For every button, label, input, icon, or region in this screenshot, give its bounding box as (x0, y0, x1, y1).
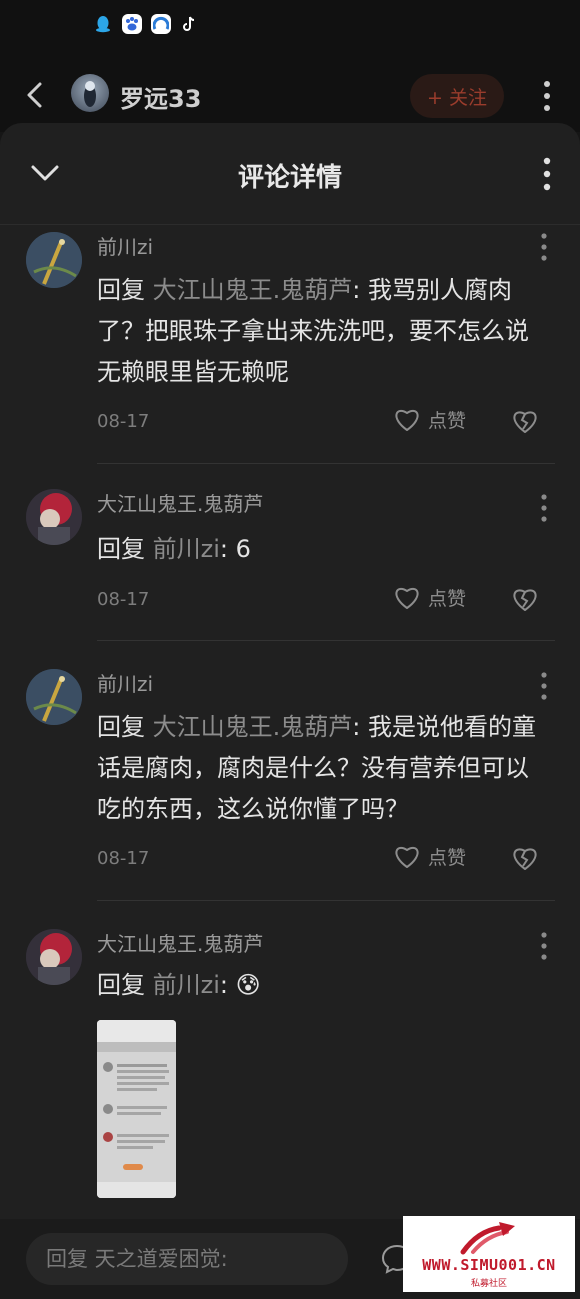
more-icon[interactable] (536, 671, 552, 701)
reply-target[interactable]: 大江山鬼王.鬼葫芦 (153, 713, 353, 741)
like-button[interactable]: 点赞 (392, 405, 466, 433)
reply-keyword: 回复 (97, 971, 145, 999)
page-title: 评论详情 (237, 163, 342, 193)
comment-author[interactable]: 前川zi (97, 231, 153, 260)
avatar[interactable] (26, 929, 82, 985)
divider (97, 463, 555, 464)
comment-content: : (219, 971, 228, 999)
watermark-subtext: 私募社区 (470, 1279, 507, 1289)
heart-icon (395, 588, 419, 609)
status-bar (0, 0, 580, 52)
watermark-text: WWW.SIMU001.CN (422, 1256, 556, 1274)
comment-item: 大江山鬼王.鬼葫芦 回复 前川zi: 6 08-17 点赞 (0, 485, 580, 640)
divider (97, 640, 555, 641)
comment-item: 前川zi 回复 大江山鬼王.鬼葫芦: 我是说他看的童话是腐肉，腐肉是什么？没有营… (0, 665, 580, 900)
back-icon[interactable] (22, 80, 50, 110)
like-label: 点赞 (428, 846, 467, 869)
sheet-header: 评论详情 (0, 123, 580, 225)
comment-detail-sheet: 评论详情 前川zi 回复 大江山鬼王.鬼葫芦: 我骂别人腐肉了？把眼珠子拿出来洗… (0, 123, 580, 1299)
baidu-icon (122, 14, 142, 34)
broken-heart-icon[interactable] (509, 842, 541, 872)
like-label: 点赞 (428, 587, 467, 610)
more-icon[interactable] (538, 79, 556, 113)
avatar[interactable] (26, 489, 82, 545)
reply-target[interactable]: 前川zi (153, 971, 220, 999)
comment-text: 回复 前川zi: 😰 (97, 965, 547, 1006)
status-icons (93, 14, 200, 34)
emoji-sweat: 😰 (235, 971, 261, 999)
reply-target[interactable]: 前川zi (153, 535, 220, 563)
reply-target[interactable]: 大江山鬼王.鬼葫芦 (153, 276, 353, 304)
comment-author[interactable]: 大江山鬼王.鬼葫芦 (97, 488, 263, 517)
more-icon[interactable] (536, 232, 552, 262)
watermark-logo (460, 1222, 515, 1255)
comment-content: : 6 (219, 535, 251, 563)
comment-date: 08-17 (97, 411, 150, 432)
watermark: WWW.SIMU001.CN 私募社区 (403, 1216, 575, 1292)
profile-username[interactable]: 罗远33 (120, 79, 201, 114)
profile-header: 罗远33 + 关注 (0, 52, 580, 132)
comment-author[interactable]: 前川zi (97, 668, 153, 697)
qq-icon (93, 14, 113, 34)
reply-keyword: 回复 (97, 713, 145, 741)
tiktok-icon (180, 14, 200, 34)
like-button[interactable]: 点赞 (392, 842, 466, 870)
comment-text: 回复 前川zi: 6 (97, 529, 547, 570)
avatar[interactable] (71, 74, 109, 112)
screenshot-image[interactable] (97, 1020, 176, 1198)
avatar[interactable] (26, 232, 82, 288)
comment-item: 大江山鬼王.鬼葫芦 回复 前川zi: 😰 (0, 925, 580, 1205)
heart-icon (395, 410, 419, 431)
reply-keyword: 回复 (97, 276, 145, 304)
browser-icon (151, 14, 171, 34)
reply-input[interactable]: 回复 天之道爱困觉: (26, 1233, 348, 1285)
follow-button[interactable]: + 关注 (410, 74, 504, 118)
comment-author[interactable]: 大江山鬼王.鬼葫芦 (97, 928, 263, 957)
more-icon[interactable] (536, 931, 552, 961)
comment-date: 08-17 (97, 848, 150, 869)
comment-text: 回复 大江山鬼王.鬼葫芦: 我是说他看的童话是腐肉，腐肉是什么？没有营养但可以吃… (97, 707, 547, 830)
comment-text: 回复 大江山鬼王.鬼葫芦: 我骂别人腐肉了？把眼珠子拿出来洗洗吧，要不怎么说无赖… (97, 270, 547, 393)
like-label: 点赞 (428, 409, 467, 432)
more-icon[interactable] (536, 493, 552, 523)
broken-heart-icon[interactable] (509, 583, 541, 613)
comment-item: 前川zi 回复 大江山鬼王.鬼葫芦: 我骂别人腐肉了？把眼珠子拿出来洗洗吧，要不… (0, 228, 580, 463)
divider (97, 900, 555, 901)
heart-icon (395, 847, 419, 868)
comment-date: 08-17 (97, 589, 150, 610)
avatar[interactable] (26, 669, 82, 725)
broken-heart-icon[interactable] (509, 405, 541, 435)
like-button[interactable]: 点赞 (392, 583, 466, 611)
more-icon[interactable] (538, 156, 556, 192)
reply-keyword: 回复 (97, 535, 145, 563)
